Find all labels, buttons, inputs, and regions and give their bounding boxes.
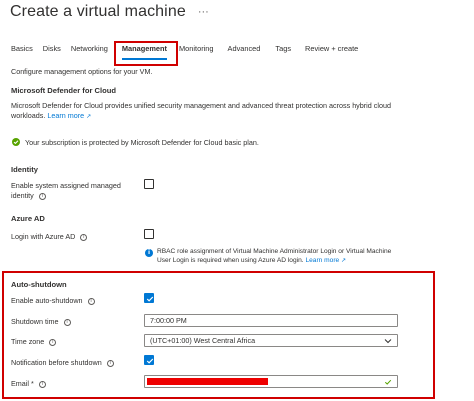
defender-status-text: Your subscription is protected by Micros…: [25, 138, 259, 147]
rbac-learn-more-link[interactable]: Learn more: [305, 257, 339, 264]
azure-ad-login-checkbox[interactable]: [144, 229, 154, 239]
info-icon[interactable]: i: [38, 380, 46, 388]
redaction-bar: [147, 378, 268, 385]
valid-check-icon: [384, 379, 392, 385]
info-icon[interactable]: i: [49, 338, 57, 346]
identity-label-line2-row: identity i: [11, 191, 46, 200]
page-title: Create a virtual machine: [10, 3, 186, 20]
identity-heading: Identity: [11, 165, 39, 174]
shutdown-time-row: Shutdown time i: [11, 317, 71, 326]
shutdown-time-input[interactable]: 7:00:00 PM: [144, 314, 398, 327]
info-icon[interactable]: i: [87, 297, 95, 305]
management-tab-highlight: [114, 41, 178, 66]
shutdown-time-label: Shutdown time: [11, 317, 59, 326]
external-link-icon: ↗: [86, 114, 92, 120]
more-options-button[interactable]: ···: [198, 6, 209, 18]
title-row: Create a virtual machine ···: [10, 0, 209, 24]
external-link-icon: ↗: [341, 258, 347, 264]
time-zone-value: (UTC+01:00) West Central Africa: [150, 336, 256, 345]
chevron-down-icon: [384, 339, 392, 344]
identity-label-line1: Enable system assigned managed: [11, 181, 121, 190]
email-label: Email *: [11, 379, 34, 388]
rbac-info-line2: User Login is required when using Azure …: [157, 257, 304, 264]
notification-row: Notification before shutdown i: [11, 358, 114, 367]
azure-ad-heading: Azure AD: [11, 214, 45, 223]
tab-tags[interactable]: Tags: [275, 44, 291, 58]
tab-disks[interactable]: Disks: [43, 44, 61, 58]
tab-networking[interactable]: Networking: [71, 44, 108, 58]
defender-heading: Microsoft Defender for Cloud: [11, 86, 117, 95]
azure-ad-label-row: Login with Azure AD i: [11, 232, 88, 241]
info-icon[interactable]: i: [80, 233, 88, 241]
tab-basics[interactable]: Basics: [11, 44, 33, 58]
azure-ad-login-label: Login with Azure AD: [11, 232, 76, 241]
time-zone-label: Time zone: [11, 337, 45, 346]
enable-auto-shutdown-checkbox[interactable]: [144, 293, 154, 303]
tab-bar: Basics Disks Networking Management Monit…: [11, 44, 358, 60]
intro-text: Configure management options for your VM…: [11, 67, 153, 76]
info-filled-icon: i: [145, 249, 153, 257]
rbac-info-line1: RBAC role assignment of Virtual Machine …: [157, 248, 392, 255]
time-zone-dropdown[interactable]: (UTC+01:00) West Central Africa: [144, 334, 398, 347]
rbac-info-line2-row: User Login is required when using Azure …: [157, 257, 346, 264]
email-row: Email * i: [11, 379, 46, 388]
notification-label: Notification before shutdown: [11, 358, 102, 367]
identity-checkbox[interactable]: [144, 179, 154, 189]
email-input[interactable]: [144, 375, 398, 388]
enable-auto-shutdown-row: Enable auto-shutdown i: [11, 296, 95, 305]
info-icon[interactable]: i: [106, 359, 114, 367]
success-check-icon: [12, 138, 20, 146]
defender-learn-more-link[interactable]: Learn more: [47, 111, 84, 120]
defender-desc-line1: Microsoft Defender for Cloud provides un…: [11, 101, 391, 110]
identity-label-line2: identity: [11, 191, 34, 200]
notification-checkbox[interactable]: [144, 355, 154, 365]
time-zone-row: Time zone i: [11, 337, 57, 346]
defender-desc-line2: workloads.: [11, 111, 46, 120]
info-icon[interactable]: i: [38, 192, 46, 200]
tab-advanced[interactable]: Advanced: [228, 44, 261, 58]
enable-auto-shutdown-label: Enable auto-shutdown: [11, 296, 83, 305]
info-icon[interactable]: i: [63, 318, 71, 326]
auto-shutdown-heading: Auto-shutdown: [11, 280, 67, 289]
tab-review-create[interactable]: Review + create: [305, 44, 358, 58]
tab-monitoring[interactable]: Monitoring: [179, 44, 214, 58]
defender-desc-line2-row: workloads. Learn more ↗: [11, 111, 91, 120]
